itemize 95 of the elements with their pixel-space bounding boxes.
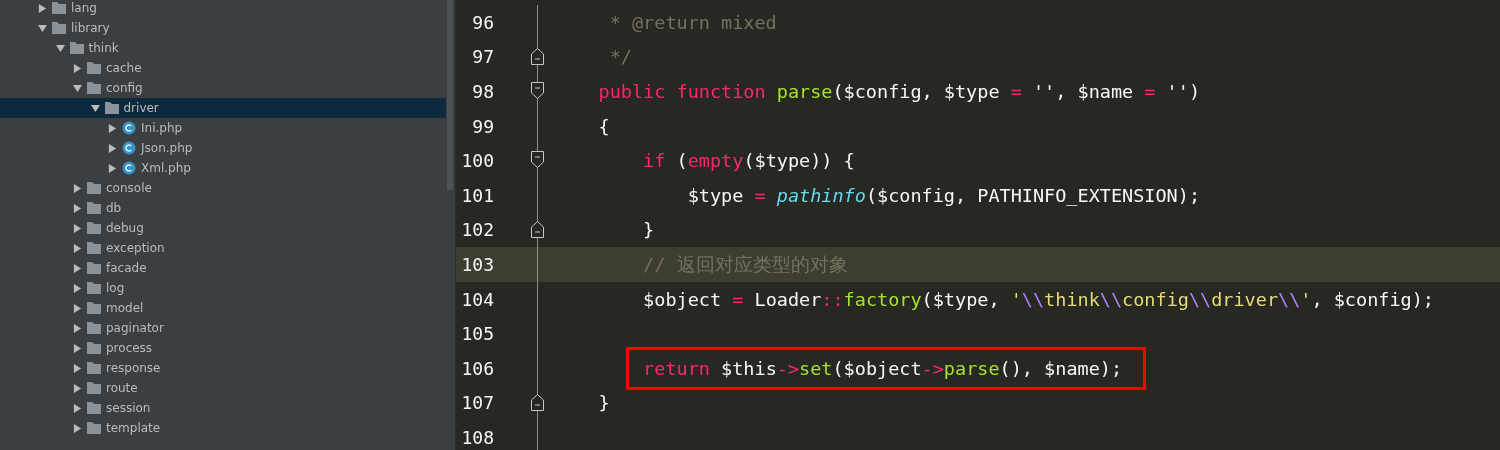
tree-item[interactable]: facade: [0, 258, 446, 278]
line-number: 105: [460, 323, 494, 345]
line-number: 101: [460, 184, 494, 206]
expand-arrow-icon[interactable]: [55, 43, 65, 53]
code-line: $type = pathinfo($config, PATHINFO_EXTENSION);: [686, 184, 1200, 206]
expand-arrow-icon[interactable]: [108, 123, 117, 133]
line-number: 108: [460, 426, 494, 448]
expand-arrow-icon[interactable]: [73, 203, 82, 213]
unfold-icon[interactable]: [531, 47, 544, 65]
expand-arrow-icon[interactable]: [73, 183, 82, 193]
expand-arrow-icon[interactable]: [73, 243, 82, 253]
folder-icon: [86, 301, 102, 315]
expand-arrow-icon[interactable]: [73, 323, 82, 333]
code-line: $object = Loader::factory($type, '\\think\\config\\driver\\', $config);: [642, 288, 1434, 310]
code-line: }: [597, 392, 610, 414]
tree-item[interactable]: process: [0, 338, 446, 358]
tree-item[interactable]: Xml.php: [0, 158, 446, 178]
expand-arrow-icon[interactable]: [73, 383, 82, 393]
folder-icon: [86, 81, 102, 95]
expand-arrow-icon[interactable]: [73, 363, 82, 373]
fold-icon[interactable]: [531, 151, 544, 169]
expand-arrow-icon[interactable]: [73, 263, 82, 273]
tree-item[interactable]: think: [0, 38, 446, 58]
folder-icon: [103, 101, 120, 115]
folder-icon: [86, 381, 102, 395]
unfold-icon[interactable]: [531, 220, 544, 238]
tree-item[interactable]: library: [0, 18, 446, 38]
class-icon: [121, 141, 137, 155]
code-line: */: [608, 46, 632, 68]
expand-arrow-icon[interactable]: [73, 343, 82, 353]
folder-icon: [86, 361, 102, 375]
folder-icon: [86, 281, 102, 295]
line-number: 107: [460, 392, 494, 414]
line-number: 97: [471, 46, 494, 68]
line-number: 99: [471, 115, 494, 137]
expand-arrow-icon[interactable]: [38, 3, 47, 13]
folder-icon: [86, 201, 102, 215]
code-line: {: [597, 115, 610, 137]
tree-item[interactable]: cache: [0, 58, 446, 78]
folder-icon: [86, 61, 102, 75]
tree-item[interactable]: model: [0, 298, 446, 318]
folder-icon: [86, 341, 102, 355]
tree-item[interactable]: console: [0, 178, 446, 198]
line-number: 98: [471, 81, 494, 102]
folder-icon: [51, 1, 67, 15]
code-line: }: [642, 219, 655, 241]
expand-arrow-icon[interactable]: [73, 303, 82, 313]
folder-icon: [86, 181, 102, 195]
tree-item[interactable]: paginator: [0, 318, 446, 338]
code-line: * @return mixed: [608, 11, 777, 33]
line-number: 96: [471, 11, 494, 33]
line-number: 104: [460, 288, 494, 310]
folder-icon: [86, 401, 102, 415]
expand-arrow-icon[interactable]: [73, 423, 82, 433]
expand-arrow-icon[interactable]: [73, 223, 82, 233]
expand-arrow-icon[interactable]: [73, 83, 82, 93]
folder-icon: [68, 41, 85, 55]
scrollbar-thumb[interactable]: [447, 0, 453, 190]
folder-icon: [86, 261, 102, 275]
tree-item[interactable]: db: [0, 198, 446, 218]
tree-item[interactable]: route: [0, 378, 446, 398]
tree-item[interactable]: exception: [0, 238, 446, 258]
tree-item[interactable]: session: [0, 398, 446, 418]
tree-item[interactable]: driver: [0, 98, 446, 118]
line-number: 100: [460, 150, 494, 172]
class-icon: [121, 161, 137, 175]
expand-arrow-icon[interactable]: [108, 163, 117, 173]
code-line: if (empty($type)) {: [642, 150, 855, 172]
tree-item[interactable]: lang: [0, 0, 446, 18]
tree-item[interactable]: Json.php: [0, 138, 446, 158]
expand-arrow-icon[interactable]: [73, 283, 82, 293]
code-line: return $this->set($object->parse(), $name);: [642, 357, 1123, 379]
line-number: 103: [460, 253, 494, 275]
class-icon: [121, 121, 137, 135]
tree-item[interactable]: Ini.php: [0, 118, 446, 138]
tree-item[interactable]: response: [0, 358, 446, 378]
tree-item[interactable]: config: [0, 78, 446, 98]
line-number: 102: [460, 219, 494, 241]
expand-arrow-icon[interactable]: [73, 403, 82, 413]
tree-item[interactable]: log: [0, 278, 446, 298]
folder-icon: [86, 221, 102, 235]
expand-arrow-icon[interactable]: [73, 63, 82, 73]
folder-icon: [86, 321, 102, 335]
tree-item[interactable]: debug: [0, 218, 446, 238]
code-line: public function parse($config, $type = '', $name = ''): [597, 81, 1201, 102]
tree-item[interactable]: template: [0, 418, 446, 438]
expand-arrow-icon[interactable]: [38, 23, 47, 33]
folder-icon: [51, 21, 67, 35]
unfold-icon[interactable]: [531, 393, 544, 411]
folder-icon: [86, 241, 102, 255]
expand-arrow-icon[interactable]: [90, 103, 100, 113]
expand-arrow-icon[interactable]: [108, 143, 117, 153]
folder-icon: [86, 421, 102, 435]
fold-icon[interactable]: [531, 82, 544, 100]
line-number: 106: [460, 357, 494, 379]
